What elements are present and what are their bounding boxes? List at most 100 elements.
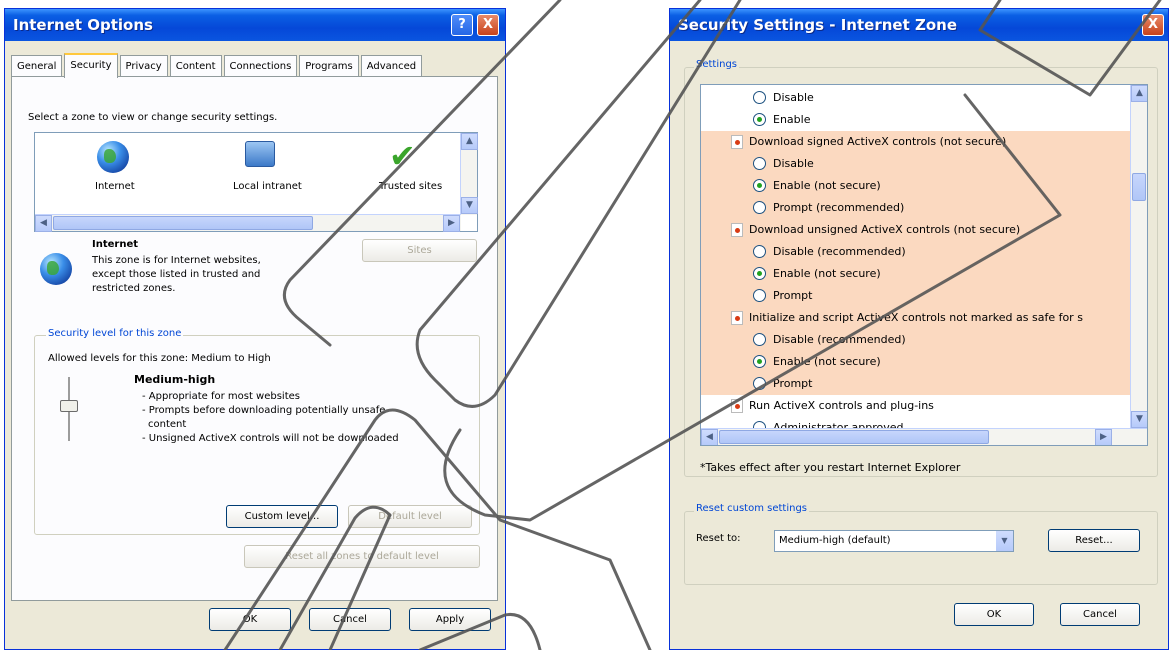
scroll-thumb[interactable] [53,216,313,230]
globe-icon [97,141,129,173]
scroll-up-icon[interactable]: ▲ [461,133,478,150]
custom-level-button[interactable]: Custom level... [226,505,338,528]
zone-prompt: Select a zone to view or change security… [28,112,278,123]
tab-privacy[interactable]: Privacy [119,55,168,77]
settings-list[interactable]: Disable Enable Download signed ActiveX con… [700,84,1148,446]
scroll-down-icon[interactable]: ▼ [461,197,478,214]
radio-button[interactable] [753,267,766,280]
cancel-button[interactable]: Cancel [309,608,391,631]
title-bar: Internet Options [5,9,505,41]
tab-programs[interactable]: Programs [299,55,359,77]
zone-list[interactable]: Internet Local intranet ✔ Trusted sites … [34,132,478,232]
radio-button[interactable] [753,157,766,170]
zone-label: Internet [95,181,135,192]
cancel-button[interactable]: Cancel [1060,603,1140,626]
radio-button[interactable] [753,91,766,104]
radio-button[interactable] [753,355,766,368]
apply-button[interactable]: Apply [409,608,491,631]
radio-label: Enable (not secure) [773,179,881,192]
security-level-label: Security level for this zone [46,328,184,339]
reset-to-select[interactable]: Medium-high (default) ▼ [774,530,1014,552]
internet-options-window: Internet Options ? X General Security Pr… [4,8,506,650]
setting-header-label: Download unsigned ActiveX controls (not … [749,223,1021,236]
radio-button[interactable] [753,179,766,192]
setting-option[interactable]: Prompt [701,285,1131,307]
ok-button[interactable]: OK [954,603,1034,626]
setting-option[interactable]: Enable (not secure) [701,263,1131,285]
setting-option[interactable]: Enable (not secure) [701,351,1131,373]
reset-custom-label: Reset custom settings [694,503,809,514]
reset-all-zones-button[interactable]: Reset all zones to default level [244,545,480,568]
setting-option[interactable]: Enable (not secure) [701,175,1131,197]
scroll-thumb[interactable] [1132,173,1146,201]
zone-label: Trusted sites [379,181,443,192]
selected-zone-desc-1: This zone is for Internet websites, [92,255,261,266]
level-name: Medium-high [134,373,216,386]
radio-button[interactable] [753,333,766,346]
setting-header: Download unsigned ActiveX controls (not … [701,219,1131,241]
zone-vertical-scrollbar[interactable]: ▲ ▼ [460,133,478,215]
tab-content[interactable]: Content [169,55,222,77]
setting-option[interactable]: Disable (recommended) [701,241,1131,263]
reset-to-label: Reset to: [696,533,741,544]
setting-header: Run ActiveX controls and plug-ins [701,395,1131,417]
help-button[interactable]: ? [451,14,473,36]
close-button[interactable]: X [1142,14,1164,36]
level-slider-thumb[interactable] [60,400,78,412]
settings-label: Settings [694,59,740,70]
scroll-down-icon[interactable]: ▼ [1131,411,1147,428]
reset-button[interactable]: Reset... [1048,529,1140,552]
setting-option[interactable]: Disable [701,87,1131,109]
selected-zone-desc-3: restricted zones. [92,283,176,294]
scroll-right-icon[interactable]: ▶ [443,215,460,232]
tab-advanced[interactable]: Advanced [360,55,423,77]
scroll-left-icon[interactable]: ◀ [701,429,718,445]
radio-label: Prompt (recommended) [773,201,905,214]
ok-button[interactable]: OK [209,608,291,631]
scroll-right-icon[interactable]: ▶ [1095,429,1112,445]
level-desc-4: - Unsigned ActiveX controls will not be … [142,433,399,444]
selected-zone-title: Internet [92,239,139,250]
security-settings-window: Security Settings - Internet Zone X Sett… [669,8,1169,650]
radio-button[interactable] [753,201,766,214]
radio-button[interactable] [753,113,766,126]
title-bar: Security Settings - Internet Zone [670,9,1168,41]
setting-header-label: Run ActiveX controls and plug-ins [749,399,934,412]
radio-button[interactable] [753,245,766,258]
close-button[interactable]: X [477,14,499,36]
default-level-button[interactable]: Default level [348,505,472,528]
chevron-down-icon[interactable]: ▼ [996,531,1013,551]
scroll-left-icon[interactable]: ◀ [35,215,52,232]
tab-general[interactable]: General [11,55,63,77]
zone-trusted-sites[interactable]: ✔ Trusted sites [365,137,461,201]
zone-horizontal-scrollbar[interactable]: ◀ ▶ [35,214,461,232]
radio-label: Disable [773,91,814,104]
setting-option[interactable]: Disable (recommended) [701,329,1131,351]
setting-option[interactable]: Prompt [701,373,1131,395]
radio-button[interactable] [753,377,766,390]
sites-button[interactable]: Sites [362,239,477,262]
setting-option[interactable]: Enable [701,109,1131,131]
scroll-thumb[interactable] [719,430,989,444]
level-desc-3: content [148,419,187,430]
setting-icon [731,223,743,237]
selected-zone-desc-2: except those listed in trusted and [92,269,261,280]
radio-label: Disable (recommended) [773,245,906,258]
settings-horizontal-scrollbar[interactable]: ◀ ▶ [701,428,1147,445]
radio-button[interactable] [753,289,766,302]
security-tab-panel: Select a zone to view or change security… [11,76,498,601]
zone-internet[interactable]: Internet [77,141,167,201]
setting-option[interactable]: Disable [701,153,1131,175]
settings-vertical-scrollbar[interactable]: ▲ ▼ [1130,85,1147,429]
setting-option[interactable]: Prompt (recommended) [701,197,1131,219]
scroll-up-icon[interactable]: ▲ [1131,85,1147,102]
tab-security[interactable]: Security [64,53,118,78]
zone-local-intranet[interactable]: Local intranet [217,141,307,201]
checkmark-icon: ✔ [389,137,416,175]
level-desc-2: - Prompts before downloading potentially… [142,405,386,416]
radio-label: Enable (not secure) [773,267,881,280]
setting-header: Download signed ActiveX controls (not se… [701,131,1131,153]
radio-label: Disable (recommended) [773,333,906,346]
tab-connections[interactable]: Connections [223,55,298,77]
radio-label: Enable [773,113,811,126]
